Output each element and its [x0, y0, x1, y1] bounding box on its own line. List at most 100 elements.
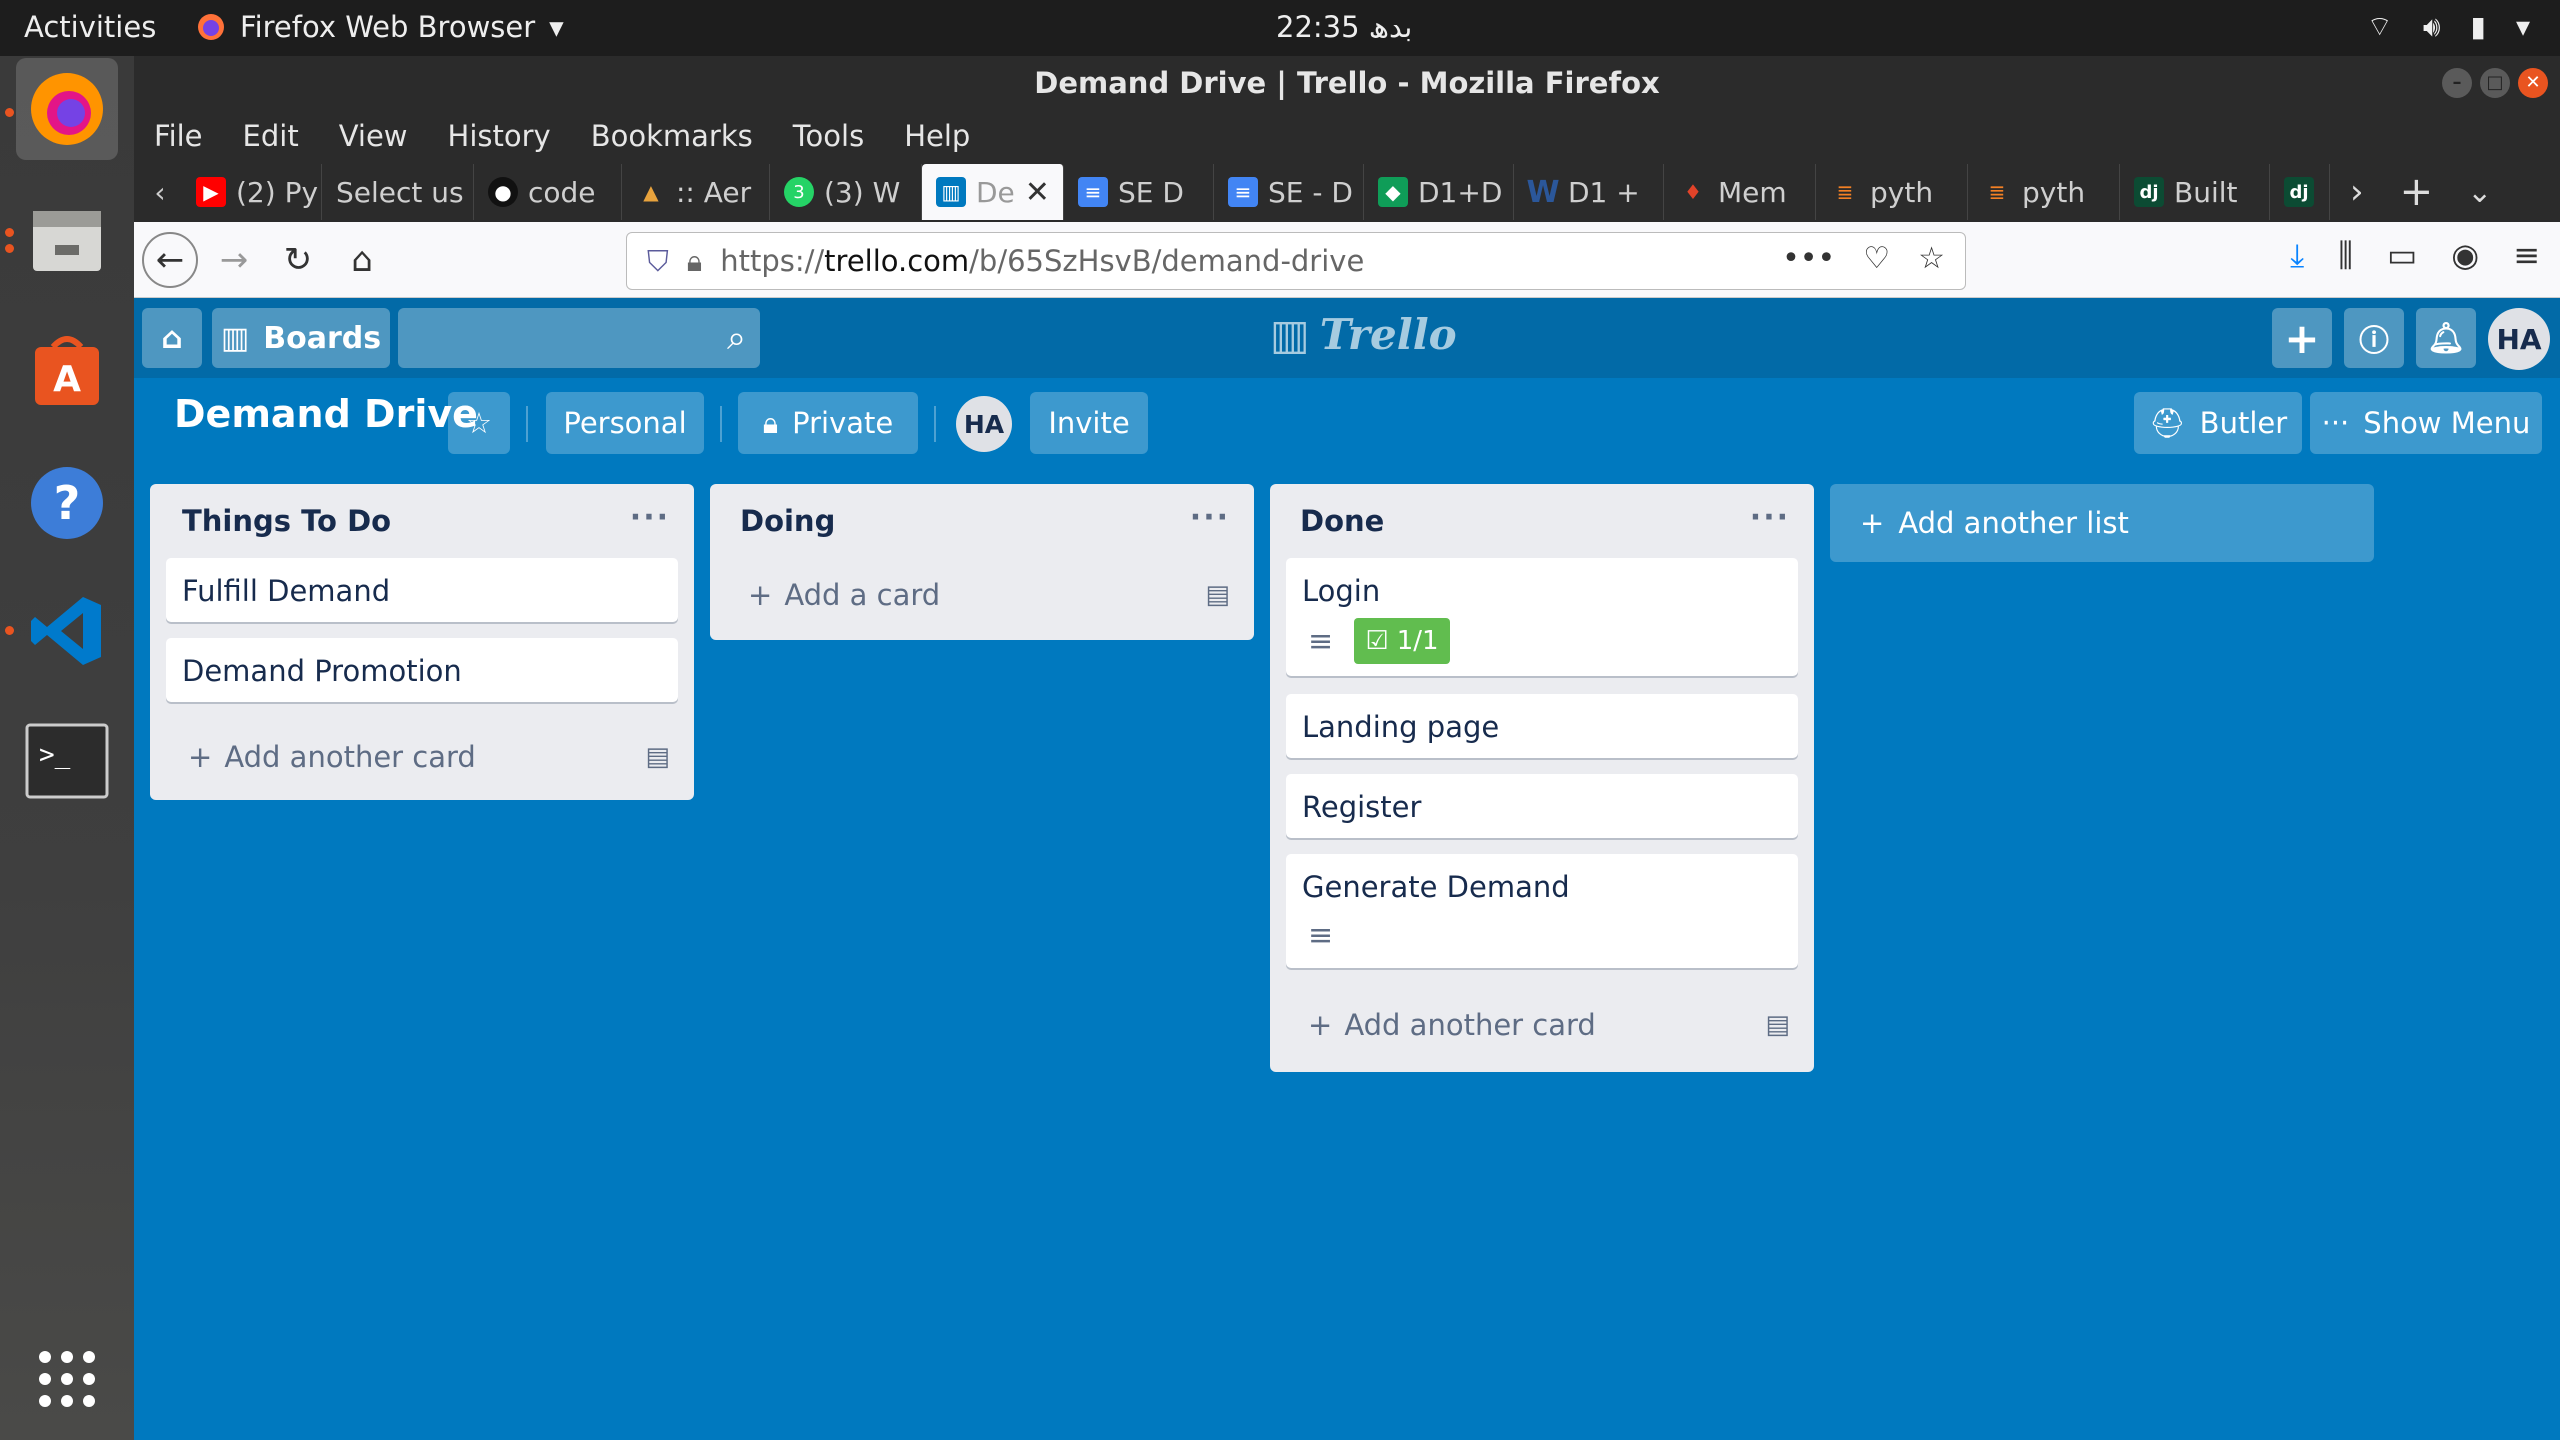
create-button[interactable]: +	[2272, 308, 2332, 368]
tab[interactable]: ≣ pyth	[1816, 164, 1968, 220]
card-template-icon[interactable]: ▤	[1765, 1010, 1790, 1040]
card[interactable]: Fulfill Demand	[166, 558, 678, 622]
card[interactable]: Register	[1286, 774, 1798, 838]
notifications-button[interactable]: 🔔︎	[2416, 308, 2476, 368]
home-icon[interactable]: ⌂	[334, 232, 390, 288]
tab[interactable]: ▲ :: Aer	[622, 164, 770, 220]
personal-button[interactable]: Personal	[546, 392, 704, 454]
window-titlebar[interactable]: Demand Drive | Trello - Mozilla Firefox …	[134, 56, 2560, 110]
list-menu-icon[interactable]: ···	[1190, 500, 1230, 535]
board-member-avatar[interactable]: HA	[956, 396, 1012, 452]
card[interactable]: Login ≡ ☑ 1/1	[1286, 558, 1798, 676]
menu-bookmarks[interactable]: Bookmarks	[591, 119, 753, 153]
github-icon: ●	[488, 177, 518, 207]
menu-file[interactable]: File	[154, 119, 203, 153]
dock-firefox[interactable]	[16, 58, 118, 160]
home-button[interactable]: ⌂	[142, 308, 202, 368]
card-title: Demand Promotion	[182, 654, 462, 688]
tab[interactable]: W D1 +	[1514, 164, 1664, 220]
tab[interactable]: dj Built	[2120, 164, 2270, 220]
tab[interactable]: ◆ D1+D	[1364, 164, 1514, 220]
trello-logo-text: Trello	[1319, 310, 1457, 359]
hamburger-menu-icon[interactable]: ≡	[2513, 236, 2540, 275]
star-button[interactable]: ☆	[448, 392, 510, 454]
add-card-button[interactable]: + Add a card ▤	[748, 578, 1230, 612]
tab[interactable]: dj	[2270, 164, 2330, 220]
tab[interactable]: ≣ pyth	[1968, 164, 2120, 220]
tab[interactable]: ≡ SE D	[1064, 164, 1214, 220]
list-title[interactable]: Things To Do	[182, 504, 391, 538]
invite-button[interactable]: Invite	[1030, 392, 1148, 454]
downloads-icon[interactable]: ⤓	[2290, 236, 2304, 275]
tabs-scroll-right-icon[interactable]: ›	[2350, 172, 2364, 212]
tab[interactable]: ≡ SE - D	[1214, 164, 1364, 220]
tab[interactable]: ▶ (2) Py	[182, 164, 322, 220]
close-button[interactable]: ✕	[2518, 68, 2548, 98]
board-title[interactable]: Demand Drive	[174, 392, 478, 436]
tab[interactable]: 3 (3) W	[770, 164, 922, 220]
search-input[interactable]: ⌕	[398, 308, 760, 368]
url-bar[interactable]: ⛉ 🔒︎ https://trello.com/b/65SzHsvB/deman…	[626, 232, 1966, 290]
dock-files[interactable]	[16, 190, 118, 292]
list-title[interactable]: Done	[1300, 504, 1384, 538]
tab[interactable]: ● code	[474, 164, 622, 220]
pocket-icon[interactable]: ♡	[1863, 241, 1890, 276]
add-card-button[interactable]: + Add another card ▤	[188, 740, 670, 774]
django-icon: dj	[2134, 177, 2164, 207]
minimize-button[interactable]: –	[2442, 68, 2472, 98]
list-tabs-icon[interactable]: ⌄	[2467, 175, 2492, 210]
board-icon: ▥	[220, 320, 250, 356]
tab[interactable]: Select us	[322, 164, 474, 220]
app-menu[interactable]: Firefox Web Browser ▾	[196, 10, 564, 44]
info-button[interactable]: ⓘ	[2344, 308, 2404, 368]
new-tab-icon[interactable]: +	[2400, 169, 2434, 215]
card-template-icon[interactable]: ▤	[1205, 580, 1230, 610]
menu-view[interactable]: View	[339, 119, 408, 153]
card-template-icon[interactable]: ▤	[645, 742, 670, 772]
dock-vscode[interactable]	[16, 580, 118, 682]
account-icon[interactable]: ◉	[2451, 236, 2479, 275]
bookmark-star-icon[interactable]: ☆	[1918, 241, 1945, 276]
list-title[interactable]: Doing	[740, 504, 835, 538]
forward-icon[interactable]: →	[206, 232, 262, 288]
butler-button[interactable]: ⛑ Butler	[2134, 392, 2302, 454]
member-avatar[interactable]: HA	[2488, 308, 2550, 370]
checklist-badge: ☑ 1/1	[1354, 618, 1450, 664]
card[interactable]: Generate Demand ≡	[1286, 854, 1798, 968]
system-tray[interactable]: ⌔ 🔊︎ ▮ ▾	[2367, 10, 2530, 45]
add-card-label: Add another card	[1344, 1008, 1596, 1042]
trello-logo[interactable]: ▥ Trello	[1270, 310, 1457, 359]
sidebar-icon[interactable]: ▭	[2387, 236, 2417, 275]
clock[interactable]: 22:35 بدھ	[1276, 10, 1412, 44]
list-menu-icon[interactable]: ···	[1750, 500, 1790, 535]
dock-software[interactable]: A	[16, 320, 118, 422]
library-icon[interactable]: ⫼	[2338, 236, 2353, 275]
add-list-button[interactable]: + Add another list	[1830, 484, 2374, 562]
add-card-button[interactable]: + Add another card ▤	[1308, 1008, 1790, 1042]
menu-history[interactable]: History	[448, 119, 551, 153]
card[interactable]: Landing page	[1286, 694, 1798, 758]
menu-tools[interactable]: Tools	[793, 119, 864, 153]
close-tab-icon[interactable]: ✕	[1025, 175, 1050, 210]
list-doing: Doing ··· + Add a card ▤	[710, 484, 1254, 640]
menu-help[interactable]: Help	[904, 119, 970, 153]
private-button[interactable]: 🔒︎ Private	[738, 392, 918, 454]
tab-active[interactable]: ▥ De ✕	[922, 164, 1064, 220]
dock-help[interactable]: ?	[16, 452, 118, 554]
plus-icon: +	[748, 578, 773, 612]
show-apps-button[interactable]	[16, 1328, 118, 1430]
tab[interactable]: ♦ Mem	[1664, 164, 1816, 220]
reload-icon[interactable]: ↻	[270, 232, 326, 288]
show-menu-button[interactable]: ··· Show Menu	[2310, 392, 2542, 454]
firefox-window: Demand Drive | Trello - Mozilla Firefox …	[134, 56, 2560, 1440]
boards-button[interactable]: ▥ Boards	[212, 308, 390, 368]
activities-button[interactable]: Activities	[24, 10, 156, 44]
menu-edit[interactable]: Edit	[243, 119, 299, 153]
card[interactable]: Demand Promotion	[166, 638, 678, 702]
back-icon[interactable]: ←	[142, 231, 198, 288]
tabs-scroll-left-button[interactable]: ‹	[138, 170, 182, 214]
dock-terminal[interactable]: >_	[16, 710, 118, 812]
list-menu-icon[interactable]: ···	[630, 500, 670, 535]
page-actions-icon[interactable]: •••	[1782, 241, 1835, 276]
maximize-button[interactable]: □	[2480, 68, 2510, 98]
